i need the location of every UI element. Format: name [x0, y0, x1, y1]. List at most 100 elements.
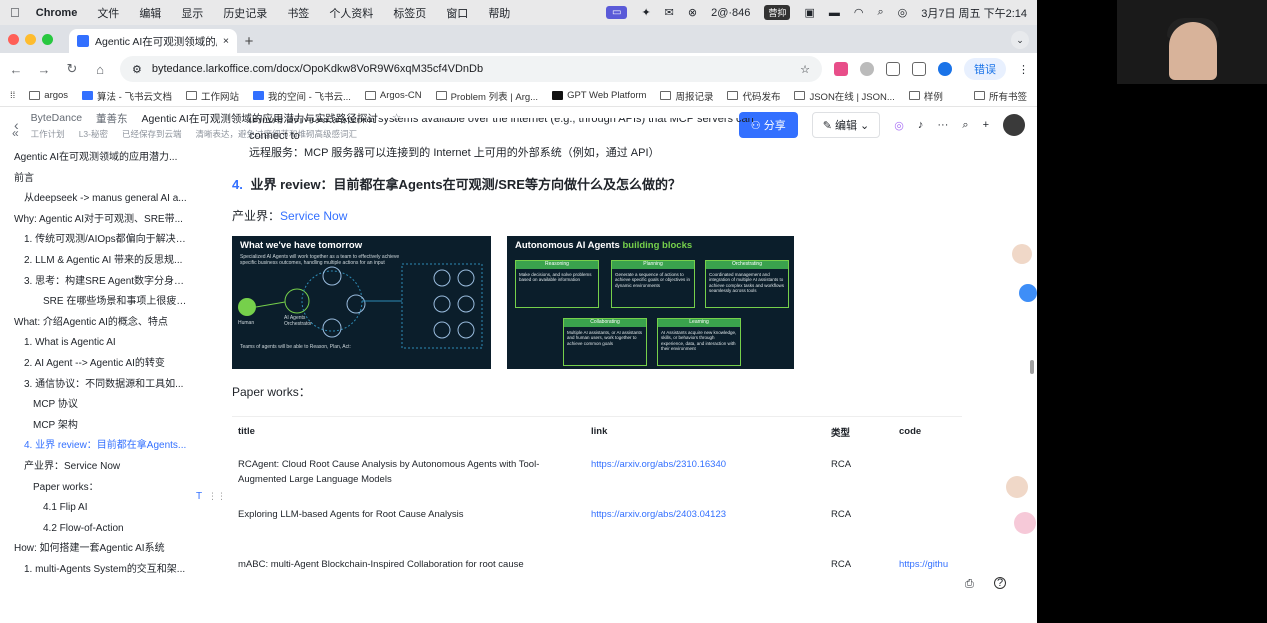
- column-header[interactable]: 类型: [825, 416, 893, 447]
- scrollbar-thumb[interactable]: [1030, 360, 1034, 374]
- figure-what-we-have[interactable]: What we've have tomorrow Specialized AI …: [232, 236, 491, 369]
- status-icon[interactable]: ✉: [665, 6, 674, 19]
- all-bookmarks[interactable]: 所有书签: [973, 89, 1027, 103]
- bookmark-item[interactable]: 代码发布: [727, 89, 780, 103]
- toc-item[interactable]: What: 介绍Agentic AI的概念、特点: [0, 313, 215, 334]
- column-header[interactable]: title: [232, 416, 585, 447]
- bookmark-item[interactable]: argos: [29, 90, 68, 101]
- bookmark-item[interactable]: JSON在线 | JSON...: [794, 89, 895, 103]
- toc-item[interactable]: 2. AI Agent --> Agentic AI的转变: [0, 354, 215, 375]
- toc-item[interactable]: 产业界：Service Now: [0, 457, 215, 478]
- toc-item[interactable]: Why: Agentic AI对于可观测、SRE带...: [0, 210, 215, 231]
- paper-link[interactable]: https://arxiv.org/abs/2310.16340: [585, 447, 825, 497]
- puzzle-icon[interactable]: [886, 62, 900, 76]
- menu-view[interactable]: 显示: [181, 5, 203, 21]
- paper-type[interactable]: RCA: [825, 547, 893, 597]
- profile-avatar[interactable]: [938, 62, 952, 76]
- assistant-icon[interactable]: [1014, 512, 1036, 534]
- status-counter[interactable]: 2@·846: [711, 7, 750, 19]
- chevron-down-icon[interactable]: ⌄: [1011, 31, 1029, 49]
- column-header[interactable]: code: [893, 416, 962, 447]
- toc-item[interactable]: 4. 业界 review：目前都在拿Agents...: [0, 436, 215, 457]
- collaborator-avatar[interactable]: [1012, 244, 1032, 264]
- paper-code[interactable]: [893, 447, 962, 497]
- toc-item[interactable]: 2. LLM & Agentic AI 带来的反思规...: [0, 251, 215, 272]
- paper-title[interactable]: Exploring LLM-based Agents for Root Caus…: [232, 497, 585, 547]
- url-text[interactable]: bytedance.larkoffice.com/docx/OpoKdkw8Vo…: [152, 63, 790, 75]
- collapse-sidebar-icon[interactable]: «: [0, 118, 215, 148]
- extension-icon[interactable]: [834, 62, 848, 76]
- toc-item[interactable]: Paper works：: [0, 478, 215, 499]
- bookmark-item[interactable]: Problem 列表 | Arg...: [435, 89, 538, 103]
- toc-item[interactable]: 1. 传统可观测/AIOps都偏向于解决单...: [0, 230, 215, 251]
- toc-item[interactable]: 从deepseek -> manus general AI a...: [0, 189, 215, 210]
- column-header[interactable]: link: [585, 416, 825, 447]
- paper-title[interactable]: mABC: multi-Agent Blockchain-Inspired Co…: [232, 547, 585, 597]
- zoom-window-button[interactable]: [42, 33, 53, 45]
- apple-icon[interactable]: : [10, 5, 20, 20]
- logo-icon[interactable]: [1019, 284, 1037, 302]
- toc-item[interactable]: MCP 架构: [0, 416, 215, 437]
- new-tab-button[interactable]: +: [237, 29, 261, 53]
- bookmark-item[interactable]: 算法 - 飞书云文档: [82, 89, 172, 103]
- menu-profile[interactable]: 个人资料: [329, 5, 373, 21]
- menu-bookmarks[interactable]: 书签: [287, 5, 309, 21]
- status-badge[interactable]: 营抑: [764, 5, 791, 20]
- star-icon[interactable]: ☆: [800, 63, 810, 76]
- toc-item[interactable]: 1. What is Agentic AI: [0, 333, 215, 354]
- drag-handle-icon[interactable]: ⋮⋮: [208, 491, 226, 502]
- apps-icon[interactable]: ⁞⁞: [10, 90, 15, 101]
- menu-history[interactable]: 历史记录: [223, 5, 267, 21]
- reload-icon[interactable]: ↻: [64, 61, 80, 77]
- toc-item[interactable]: Agentic AI在可观测领域的应用潜力...: [0, 148, 215, 169]
- collaborator-avatar[interactable]: [1006, 476, 1028, 498]
- toc-item[interactable]: 前言: [0, 169, 215, 190]
- toc-item[interactable]: How: 如何搭建一套Agentic AI系统: [0, 539, 215, 560]
- help-icon[interactable]: ?: [994, 577, 1006, 589]
- error-button[interactable]: 错误: [964, 58, 1006, 80]
- bookmark-item[interactable]: 样例: [908, 89, 943, 103]
- paper-link[interactable]: https://arxiv.org/abs/2403.04123: [585, 497, 825, 547]
- menu-help[interactable]: 帮助: [488, 5, 510, 21]
- bookmark-item[interactable]: GPT Web Platform: [552, 90, 646, 101]
- paper-code[interactable]: https://githu: [893, 547, 962, 597]
- more-icon[interactable]: ⋮: [1018, 63, 1029, 76]
- back-icon[interactable]: ←: [8, 62, 24, 77]
- toc-item[interactable]: SRE 在哪些场景和事项上很疲惫...: [0, 292, 215, 313]
- paper-link[interactable]: [585, 547, 825, 597]
- status-icon[interactable]: ⊗: [688, 6, 697, 19]
- toc-item[interactable]: MCP 协议: [0, 395, 215, 416]
- bookmark-item[interactable]: 周报记录: [660, 89, 713, 103]
- figure-building-blocks[interactable]: Autonomous AI Agents building blocks Rea…: [507, 236, 794, 369]
- home-icon[interactable]: ⌂: [92, 62, 108, 77]
- site-info-icon[interactable]: ⚙: [132, 63, 142, 76]
- bookmark-item[interactable]: 我的空间 - 飞书云...: [253, 89, 351, 103]
- toc-item[interactable]: 3. 思考：构建SRE Agent数字分身、...: [0, 272, 215, 293]
- paper-code[interactable]: [893, 497, 962, 547]
- paper-type[interactable]: RCA: [825, 447, 893, 497]
- screen-share-icon[interactable]: ▭: [606, 6, 628, 19]
- menu-edit[interactable]: 编辑: [139, 5, 161, 21]
- status-icon[interactable]: ✦: [641, 6, 650, 19]
- url-input[interactable]: ⚙ bytedance.larkoffice.com/docx/OpoKdkw8…: [120, 56, 822, 82]
- toc-item[interactable]: 4.1 Flip AI: [0, 498, 215, 519]
- bookmark-item[interactable]: Argos-CN: [364, 90, 422, 101]
- wifi-icon[interactable]: ◠: [854, 6, 864, 19]
- close-window-button[interactable]: [8, 33, 19, 45]
- battery-icon[interactable]: ▬: [829, 7, 840, 19]
- tab-current[interactable]: Agentic AI在可观测领域的应用 ×: [69, 29, 237, 53]
- minimize-window-button[interactable]: [25, 33, 36, 45]
- bookmark-item[interactable]: 工作网站: [186, 89, 239, 103]
- export-icon[interactable]: ⎙: [965, 578, 974, 591]
- toc-item[interactable]: 1. multi-Agents System的交互和架...: [0, 560, 215, 581]
- search-icon[interactable]: ⌕: [877, 6, 883, 19]
- toc-item[interactable]: 3. 通信协议：不同数据源和工具如...: [0, 375, 215, 396]
- menu-window[interactable]: 窗口: [446, 5, 468, 21]
- forward-icon[interactable]: →: [36, 62, 52, 77]
- sidepanel-icon[interactable]: [912, 62, 926, 76]
- extension-icon[interactable]: [860, 62, 874, 76]
- menubar-app-name[interactable]: Chrome: [36, 7, 78, 19]
- control-center-icon[interactable]: ◎: [898, 6, 908, 19]
- toc-item[interactable]: 4.2 Flow-of-Action: [0, 519, 215, 540]
- paper-type[interactable]: RCA: [825, 497, 893, 547]
